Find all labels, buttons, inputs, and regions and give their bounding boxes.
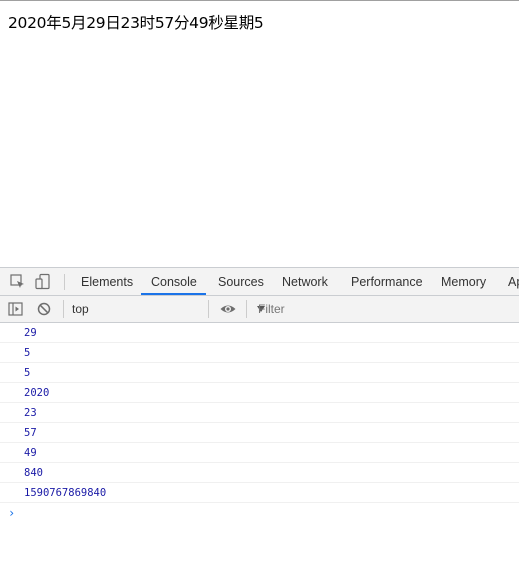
- console-toolbar: top: [0, 296, 519, 323]
- page-top-border: [0, 0, 519, 1]
- console-log-row: 1590767869840: [0, 483, 519, 503]
- clear-console-icon[interactable]: [35, 300, 53, 318]
- devtools-tab-bar: Elements Console Sources Network Perform…: [0, 268, 519, 296]
- toolbar-separator: [208, 300, 209, 318]
- tab-memory[interactable]: Memory: [441, 268, 486, 295]
- tab-sources[interactable]: Sources: [218, 268, 264, 295]
- inspect-element-icon[interactable]: [9, 273, 27, 291]
- page-date-text: 2020年5月29日23时57分49秒星期5: [8, 14, 264, 32]
- devtools-panel: Elements Console Sources Network Perform…: [0, 267, 519, 583]
- tab-elements[interactable]: Elements: [81, 268, 133, 295]
- console-log-row: 5: [0, 363, 519, 383]
- console-log-row: 5: [0, 343, 519, 363]
- tab-application[interactable]: Ap: [508, 268, 519, 295]
- console-log-row: 840: [0, 463, 519, 483]
- context-selector[interactable]: top: [65, 296, 265, 322]
- show-sidebar-icon[interactable]: [7, 300, 25, 318]
- live-expression-eye-icon[interactable]: [219, 300, 237, 318]
- context-label: top: [72, 302, 89, 316]
- tab-console[interactable]: Console: [151, 268, 197, 295]
- active-tab-indicator: [141, 293, 206, 295]
- console-log-row: 57: [0, 423, 519, 443]
- toolbar-separator: [63, 300, 64, 318]
- tab-performance[interactable]: Performance: [351, 268, 423, 295]
- tab-bar-separator: [64, 274, 65, 290]
- prompt-chevron-icon: ›: [8, 506, 16, 520]
- filter-input[interactable]: [250, 298, 519, 320]
- tab-network[interactable]: Network: [282, 268, 328, 295]
- console-output: 29 5 5 2020 23 57 49 840 1590767869840 ›: [0, 323, 519, 523]
- toolbar-separator: [246, 300, 247, 318]
- console-log-row: 29: [0, 323, 519, 343]
- console-log-row: 23: [0, 403, 519, 423]
- device-toolbar-icon[interactable]: [34, 273, 52, 291]
- console-log-row: 49: [0, 443, 519, 463]
- console-prompt[interactable]: ›: [0, 503, 519, 523]
- console-log-row: 2020: [0, 383, 519, 403]
